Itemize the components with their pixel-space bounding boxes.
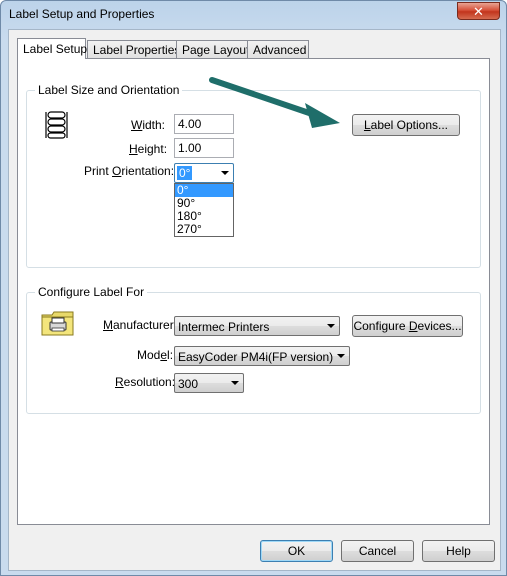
tab-label-setup[interactable]: Label Setup (17, 38, 88, 59)
annotation-arrow-icon (209, 77, 340, 128)
tab-label-setup-text: Label Setup (23, 42, 88, 56)
orientation-option[interactable]: 270° (175, 223, 233, 236)
orientation-dropdown-list: 0° 90° 180° 270° (174, 183, 234, 237)
